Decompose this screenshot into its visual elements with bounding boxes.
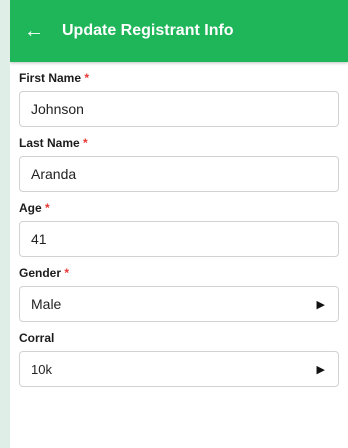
registrant-form: First Name * Johnson Last Name * Aranda … [10,70,348,387]
age-label: Age * [19,201,50,215]
corral-field-group: Corral 10k ▶ [19,330,339,387]
last-name-input[interactable]: Aranda [19,156,339,192]
gender-select[interactable]: Male ▶ [19,286,339,322]
age-input[interactable]: 41 [19,221,339,257]
gender-label: Gender * [19,266,70,280]
last-name-field-group: Last Name * Aranda [19,135,339,192]
required-marker: * [83,136,88,150]
dropdown-arrow-icon: ▶ [316,298,325,311]
first-name-label: First Name * [19,71,90,85]
required-marker: * [84,71,90,85]
page-title: Update Registrant Info [62,22,234,39]
first-name-field-group: First Name * Johnson [19,70,339,127]
age-field-group: Age * 41 [19,200,339,257]
corral-select[interactable]: 10k ▶ [19,351,339,387]
corral-label: Corral [19,331,55,345]
first-name-input[interactable]: Johnson [19,91,339,127]
required-marker: * [64,266,70,280]
app-bar: ← Update Registrant Info [10,0,348,62]
app-screen: ← Update Registrant Info First Name * Jo… [10,0,348,448]
last-name-label: Last Name * [19,136,88,150]
gender-field-group: Gender * Male ▶ [19,265,339,322]
back-arrow-icon[interactable]: ← [12,0,56,62]
required-marker: * [45,201,50,215]
dropdown-arrow-icon: ▶ [316,363,325,376]
